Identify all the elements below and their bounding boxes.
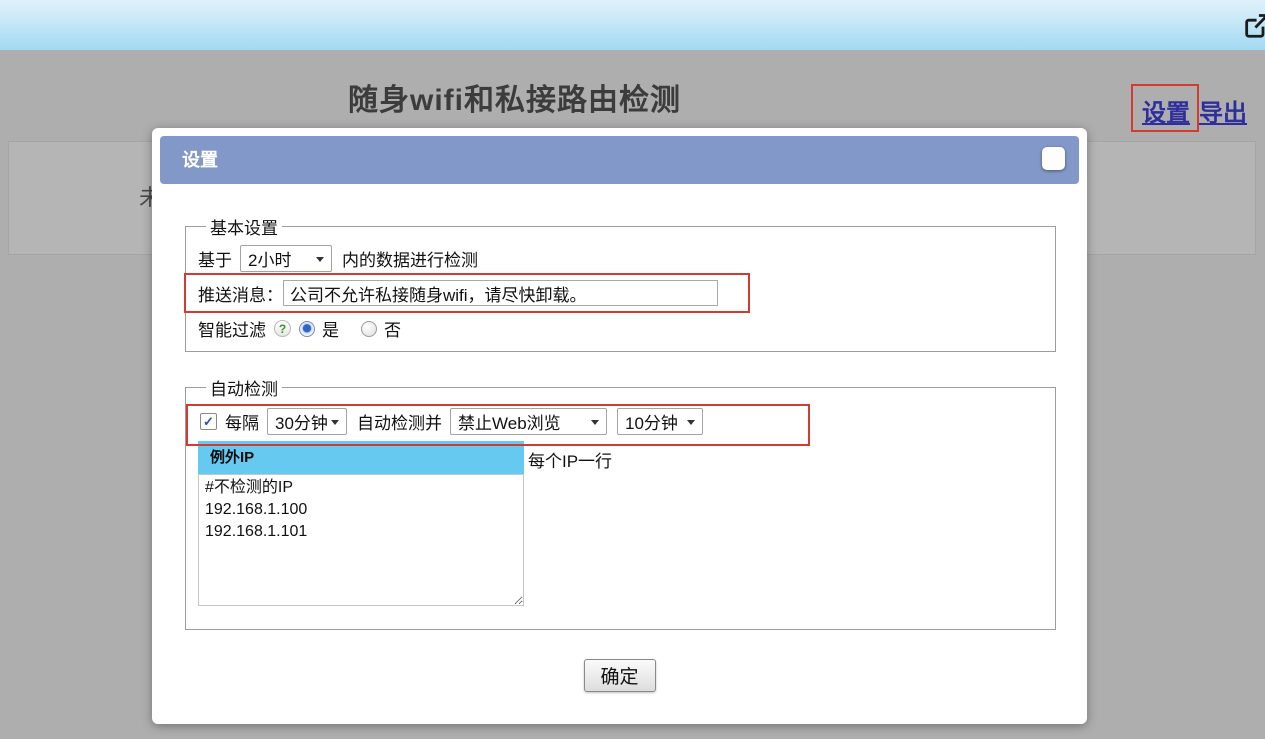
close-button[interactable] [1042,147,1065,170]
chevron-down-icon [687,420,695,425]
chevron-down-icon [316,257,324,262]
smart-filter-yes-radio[interactable] [299,321,315,337]
exception-ip-textarea[interactable]: #不检测的IP 192.168.1.100 192.168.1.101 [198,474,524,606]
auto-detect-schedule-row: ✓ 每隔 30分钟 自动检测并 禁止Web浏览 10分钟 [200,408,1055,435]
external-link-icon[interactable] [1242,12,1265,40]
push-message-row: 推送消息： [198,280,1055,306]
auto-detect-legend: 自动检测 [206,375,282,400]
basic-settings-legend: 基本设置 [206,214,282,239]
dialog-title: 设置 [160,136,218,184]
push-message-input[interactable] [283,280,718,306]
auto-detect-group: 自动检测 ✓ 每隔 30分钟 自动检测并 禁止Web浏览 10分钟 [185,375,1056,630]
basic-settings-group: 基本设置 基于 2小时 内的数据进行检测 推送消息： 智能过滤 ? 是 否 [185,214,1056,352]
smart-filter-label: 智能过滤 [198,316,266,341]
interval-select[interactable]: 30分钟 [267,408,347,435]
based-on-label: 基于 [198,246,232,271]
ok-button[interactable]: 确定 [584,659,656,692]
smart-filter-yes-label: 是 [322,316,339,341]
settings-link[interactable]: 设置 [1142,93,1190,128]
screen: 随身wifi和私接路由检测 设置 导出 未 设置 基本设置 基于 2小时 内的数… [0,0,1265,739]
detect-window-row: 基于 2小时 内的数据进行检测 [198,245,1055,272]
exception-ip-header: 例外IP [198,441,524,474]
auto-detect-checkbox[interactable]: ✓ [200,413,217,430]
push-message-label: 推送消息： [198,281,283,306]
top-bar [0,0,1265,50]
exception-ip-block: 例外IP #不检测的IP 192.168.1.100 192.168.1.101… [198,441,1055,606]
duration-select[interactable]: 10分钟 [617,408,703,435]
page-title: 随身wifi和私接路由检测 [348,75,681,119]
per-line-hint: 每个IP一行 [528,441,612,472]
dialog-titlebar[interactable]: 设置 [160,136,1079,184]
chevron-down-icon [591,420,599,425]
help-icon[interactable]: ? [274,320,291,337]
action-select[interactable]: 禁止Web浏览 [450,408,607,435]
export-link[interactable]: 导出 [1199,93,1247,128]
smart-filter-no-label: 否 [384,316,401,341]
and-detect-label: 自动检测并 [357,409,442,434]
based-on-suffix: 内的数据进行检测 [342,246,478,271]
chevron-down-icon [331,420,339,425]
every-label: 每隔 [225,409,259,434]
detect-window-select[interactable]: 2小时 [240,245,332,272]
smart-filter-row: 智能过滤 ? 是 否 [198,316,1055,341]
smart-filter-no-radio[interactable] [361,321,377,337]
settings-dialog: 设置 基本设置 基于 2小时 内的数据进行检测 推送消息： 智能过滤 ? [152,128,1087,724]
